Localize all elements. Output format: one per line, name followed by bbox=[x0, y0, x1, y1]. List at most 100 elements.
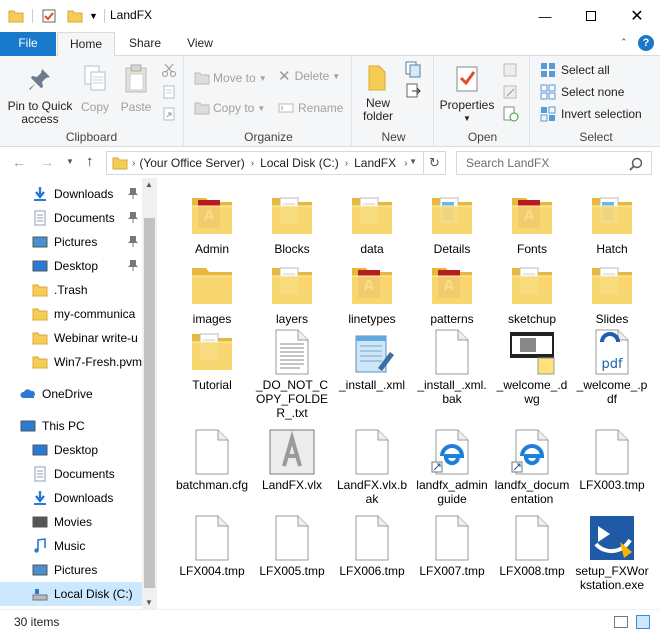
file-item[interactable]: batchman.cfg bbox=[172, 428, 252, 492]
copy-path-button[interactable] bbox=[160, 84, 178, 103]
nav-item[interactable]: Desktop bbox=[0, 254, 142, 278]
folder-item[interactable]: Blocks bbox=[252, 192, 332, 256]
nav-item[interactable]: .Trash bbox=[0, 278, 142, 302]
folder-icon: A bbox=[348, 262, 396, 310]
nav-item[interactable]: Desktop bbox=[0, 438, 142, 462]
nav-item[interactable]: Documents bbox=[0, 206, 142, 230]
file-item[interactable]: setup_FXWorkstation.exe bbox=[572, 514, 652, 592]
rename-button[interactable]: Rename bbox=[278, 100, 343, 116]
file-icon bbox=[428, 514, 476, 562]
file-item[interactable]: LFX007.tmp bbox=[412, 514, 492, 578]
tab-home[interactable]: Home bbox=[57, 32, 115, 57]
file-item[interactable]: landfx_adminguide bbox=[412, 428, 492, 506]
properties-icon[interactable] bbox=[41, 8, 57, 24]
recent-locations-button[interactable]: ▼ bbox=[66, 157, 74, 166]
back-button[interactable]: ← bbox=[12, 154, 26, 170]
scroll-up-icon[interactable]: ▲ bbox=[145, 180, 153, 189]
nav-item[interactable]: Local Disk (C:) bbox=[0, 582, 142, 606]
nav-item[interactable]: Documents bbox=[0, 462, 142, 486]
forward-button[interactable]: → bbox=[40, 154, 54, 170]
nav-item[interactable]: Downloads bbox=[0, 486, 142, 510]
file-icon bbox=[348, 514, 396, 562]
nav-item[interactable]: Webinar write-u bbox=[0, 326, 142, 350]
maximize-button[interactable] bbox=[568, 0, 614, 32]
move-to-button[interactable]: Move to ▼ bbox=[194, 70, 267, 86]
file-item[interactable]: landfx_documentation bbox=[492, 428, 572, 506]
edit-button[interactable] bbox=[498, 84, 524, 103]
scrollbar-thumb[interactable] bbox=[144, 218, 155, 588]
folder-item[interactable]: sketchup bbox=[492, 262, 572, 326]
new-item-button[interactable] bbox=[402, 60, 426, 81]
up-button[interactable]: ↑ bbox=[86, 153, 94, 170]
folder-item[interactable]: Hatch bbox=[572, 192, 652, 256]
cut-button[interactable] bbox=[160, 62, 178, 81]
nav-item[interactable]: Pictures bbox=[0, 558, 142, 582]
file-item[interactable]: LFX003.tmp bbox=[572, 428, 652, 492]
address-box[interactable]: › (Your Office Server) › Local Disk (C:)… bbox=[106, 151, 446, 175]
folder-item[interactable]: A Fonts bbox=[492, 192, 572, 256]
nav-item[interactable]: Pictures bbox=[0, 230, 142, 254]
breadcrumb-server[interactable]: (Your Office Server) bbox=[139, 156, 244, 170]
folder-item[interactable]: images bbox=[172, 262, 252, 326]
copy-button[interactable]: Copy bbox=[78, 64, 112, 114]
file-item[interactable]: LFX008.tmp bbox=[492, 514, 572, 578]
large-icons-view-icon[interactable] bbox=[636, 615, 650, 629]
paste-button[interactable]: Paste bbox=[118, 64, 154, 114]
folder-item[interactable]: Apatterns bbox=[412, 262, 492, 326]
new-folder-button[interactable]: New folder bbox=[358, 64, 396, 123]
file-item[interactable]: pdf _welcome_.pdf bbox=[572, 328, 652, 406]
delete-button[interactable]: ✕ Delete ▼ bbox=[278, 69, 340, 84]
file-item[interactable]: _welcome_.dwg bbox=[492, 328, 572, 406]
nav-item[interactable]: This PC bbox=[0, 414, 142, 438]
invert-selection-button[interactable]: Invert selection bbox=[540, 106, 642, 122]
details-view-icon[interactable] bbox=[614, 616, 628, 628]
search-box[interactable]: Search LandFX bbox=[456, 151, 652, 175]
file-item[interactable]: LandFX.vlx.bak bbox=[332, 428, 412, 506]
select-all-button[interactable]: Select all bbox=[540, 62, 610, 78]
select-none-button[interactable]: Select none bbox=[540, 84, 624, 100]
file-item[interactable]: _install_.xml bbox=[332, 328, 412, 392]
file-item[interactable]: LFX006.tmp bbox=[332, 514, 412, 578]
folder-item[interactable]: Slides bbox=[572, 262, 652, 326]
folder-item[interactable]: layers bbox=[252, 262, 332, 326]
folder-item[interactable]: Tutorial bbox=[172, 328, 252, 392]
copy-to-button[interactable]: Copy to ▼ bbox=[194, 100, 265, 116]
nav-item[interactable]: Downloads bbox=[0, 182, 142, 206]
breadcrumb-landfx[interactable]: LandFX bbox=[354, 156, 396, 170]
history-button[interactable] bbox=[498, 106, 524, 125]
file-name: sketchup bbox=[507, 312, 557, 326]
properties-button[interactable]: Properties ▼ bbox=[438, 64, 496, 125]
refresh-icon[interactable]: ↻ bbox=[423, 152, 445, 174]
file-item[interactable]: LandFX.vlx bbox=[252, 428, 332, 492]
folder-item[interactable]: A Admin bbox=[172, 192, 252, 256]
nav-item[interactable]: Movies bbox=[0, 510, 142, 534]
tab-view[interactable]: View bbox=[178, 32, 222, 56]
file-item[interactable]: LFX004.tmp bbox=[172, 514, 252, 578]
scroll-down-icon[interactable]: ▼ bbox=[145, 598, 153, 607]
close-button[interactable]: ✕ bbox=[614, 0, 660, 32]
folder-item[interactable]: data bbox=[332, 192, 412, 256]
address-dropdown-icon[interactable]: ▼ bbox=[409, 157, 417, 166]
customize-quick-access-icon[interactable]: ▼ bbox=[89, 11, 98, 21]
paste-shortcut-button[interactable] bbox=[160, 106, 178, 125]
file-item[interactable]: _DO_NOT_COPY_FOLDER_.txt bbox=[252, 328, 332, 420]
help-icon[interactable]: ? bbox=[638, 35, 654, 51]
file-item[interactable]: LFX005.tmp bbox=[252, 514, 332, 578]
tab-share[interactable]: Share bbox=[122, 32, 168, 56]
nav-item[interactable]: Win7-Fresh.pvm bbox=[0, 350, 142, 374]
minimize-button[interactable]: — bbox=[522, 0, 568, 32]
nav-item[interactable]: my-communica bbox=[0, 302, 142, 326]
history-icon bbox=[503, 106, 519, 122]
pin-to-quick-access-button[interactable]: Pin to Quick access bbox=[4, 66, 76, 126]
file-icon bbox=[588, 428, 636, 476]
folder-item[interactable]: Alinetypes bbox=[332, 262, 412, 326]
new-folder-icon[interactable] bbox=[67, 8, 83, 24]
breadcrumb-local-disk[interactable]: Local Disk (C:) bbox=[260, 156, 339, 170]
nav-item[interactable]: OneDrive bbox=[0, 382, 142, 406]
file-item[interactable]: _install_.xml.bak bbox=[412, 328, 492, 406]
minimize-ribbon-icon[interactable]: ⌃ bbox=[620, 37, 628, 48]
tab-file[interactable]: File bbox=[0, 32, 56, 56]
nav-item[interactable]: Music bbox=[0, 534, 142, 558]
easy-access-button[interactable] bbox=[402, 82, 426, 103]
folder-item[interactable]: Details bbox=[412, 192, 492, 256]
